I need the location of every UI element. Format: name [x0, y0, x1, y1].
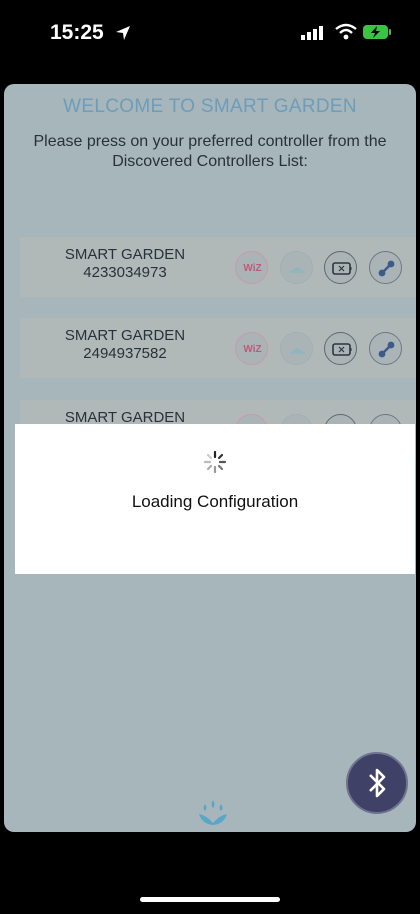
controller-row[interactable]: SMART GARDEN 4233034973 WiZ	[20, 237, 416, 297]
loading-dialog: Loading Configuration	[15, 424, 415, 574]
wiz-icon[interactable]: WiZ	[235, 251, 268, 284]
wifi-icon	[335, 23, 357, 40]
controller-title: SMART GARDEN	[64, 246, 186, 263]
device-display-icon[interactable]	[324, 251, 357, 284]
controller-name: SMART GARDEN 2494937582	[20, 327, 230, 363]
instructions-text: Please press on your preferred controlle…	[33, 133, 387, 170]
wiz-label: WiZ	[243, 344, 262, 355]
home-indicator	[140, 897, 280, 902]
water-lotus-logo-icon	[199, 800, 227, 825]
water-level-icon[interactable]	[280, 332, 313, 365]
water-level-icon[interactable]	[280, 251, 313, 284]
controller-serial: 4233034973	[83, 264, 167, 281]
plug-link-icon[interactable]	[369, 251, 402, 284]
controller-name: SMART GARDEN 4233034973	[20, 246, 230, 282]
spinner-icon	[203, 450, 227, 474]
battery-charging-icon	[363, 25, 391, 39]
status-time: 15:25	[50, 21, 104, 44]
status-bar: 15:25	[0, 0, 420, 64]
wiz-label: WiZ	[243, 263, 262, 274]
wiz-icon[interactable]: WiZ	[235, 332, 268, 365]
loading-message: Loading Configuration	[131, 492, 299, 511]
controller-serial: 2494937582	[83, 345, 167, 362]
device-display-icon[interactable]	[324, 332, 357, 365]
bluetooth-icon	[369, 768, 386, 798]
controller-title: SMART GARDEN	[64, 327, 186, 344]
location-arrow-icon	[116, 26, 130, 40]
cellular-signal-icon	[301, 26, 323, 40]
plug-link-icon[interactable]	[369, 332, 402, 365]
welcome-title: WELCOME TO SMART GARDEN	[63, 96, 357, 117]
bluetooth-button[interactable]	[346, 752, 408, 814]
controller-row[interactable]: SMART GARDEN 2494937582 WiZ	[20, 318, 416, 378]
